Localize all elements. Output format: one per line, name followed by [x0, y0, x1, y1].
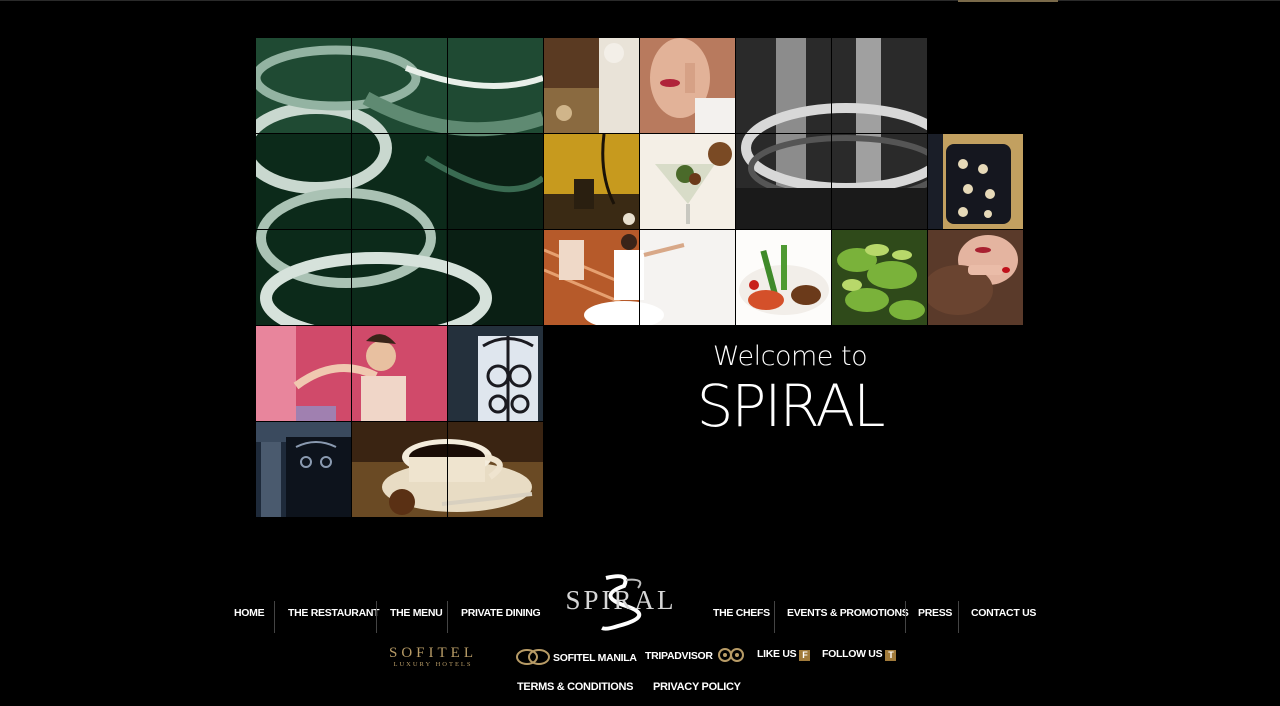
green-salad-photo: [832, 230, 927, 325]
twitter-icon: t: [885, 650, 897, 661]
tripadvisor-owl-icon: [718, 648, 745, 662]
follow-us-link[interactable]: FOLLOW US t: [822, 648, 897, 661]
nav-the-chefs[interactable]: THE CHEFS: [713, 601, 770, 625]
nav-the-menu[interactable]: THE MENU: [390, 601, 443, 625]
nav-divider: [905, 601, 906, 633]
sofitel-manila-label: SOFITEL MANILA: [553, 652, 637, 664]
nav-contact-us[interactable]: CONTACT US: [971, 601, 1036, 625]
facebook-icon: f: [799, 650, 811, 661]
sofitel-manila-link[interactable]: SOFITEL MANILA: [515, 648, 637, 666]
top-border: [0, 0, 1280, 1]
woman-pink-photo: [256, 326, 447, 421]
dessert-glass-photo: [640, 134, 735, 229]
woman-finger-lips-photo: [640, 38, 735, 133]
sofitel-brand: SOFITEL: [389, 645, 477, 661]
nav-private-dining[interactable]: PRIVATE DINING: [461, 601, 541, 625]
tripadvisor-link[interactable]: TRIPADVISOR: [645, 648, 745, 662]
coffee-cup-photo: [352, 422, 543, 517]
nav-divider: [447, 601, 448, 633]
nav-divider: [376, 601, 377, 633]
logo-text: SPIRAL: [565, 585, 676, 615]
nav-home[interactable]: HOME: [234, 601, 265, 625]
nav-the-restaurant[interactable]: THE RESTAURANT: [288, 601, 380, 625]
tripadvisor-label: TRIPADVISOR: [645, 650, 713, 662]
staircase-bw-photo: [736, 38, 927, 229]
nav-events-promotions[interactable]: EVENTS & PROMOTIONS: [787, 601, 909, 625]
nav-press[interactable]: PRESS: [918, 601, 952, 625]
sofitel-luxury-hotels-logo[interactable]: SOFITEL LUXURY HOTELS: [372, 645, 494, 671]
follow-us-label: FOLLOW US: [822, 648, 883, 660]
ironwork-window-photo: [448, 326, 543, 421]
salmon-plate-photo: [736, 230, 831, 325]
lamp-pattern-photo: [928, 134, 1023, 229]
like-us-label: LIKE US: [757, 648, 797, 660]
woman-red-nails-photo: [928, 230, 1023, 325]
terms-conditions-link[interactable]: TERMS & CONDITIONS: [517, 681, 634, 693]
top-accent-bar: [958, 0, 1058, 2]
candle-dining-photo: [544, 134, 639, 229]
ornate-doorway-photo: [256, 422, 351, 517]
privacy-policy-link[interactable]: PRIVACY POLICY: [653, 681, 741, 693]
welcome-brand: SPIRAL: [696, 372, 886, 440]
woman-white-dress-photo: [544, 230, 735, 325]
nav-divider: [958, 601, 959, 633]
nav-divider: [274, 601, 275, 633]
sofitel-sub: LUXURY HOTELS: [393, 661, 473, 668]
spiral-logo[interactable]: SPIRAL: [556, 572, 686, 632]
spiral-staircase-photo: [256, 38, 543, 325]
welcome-heading: Welcome to SPIRAL: [690, 340, 890, 438]
like-us-link[interactable]: LIKE US f: [757, 648, 811, 661]
spiral-swirl-icon: SPIRAL: [565, 574, 676, 631]
chef-buffet-photo: [544, 38, 639, 133]
nav-divider: [774, 601, 775, 633]
photo-mosaic: [256, 38, 1024, 517]
sofitel-rings-icon: [516, 649, 550, 665]
welcome-line: Welcome to: [712, 341, 868, 372]
